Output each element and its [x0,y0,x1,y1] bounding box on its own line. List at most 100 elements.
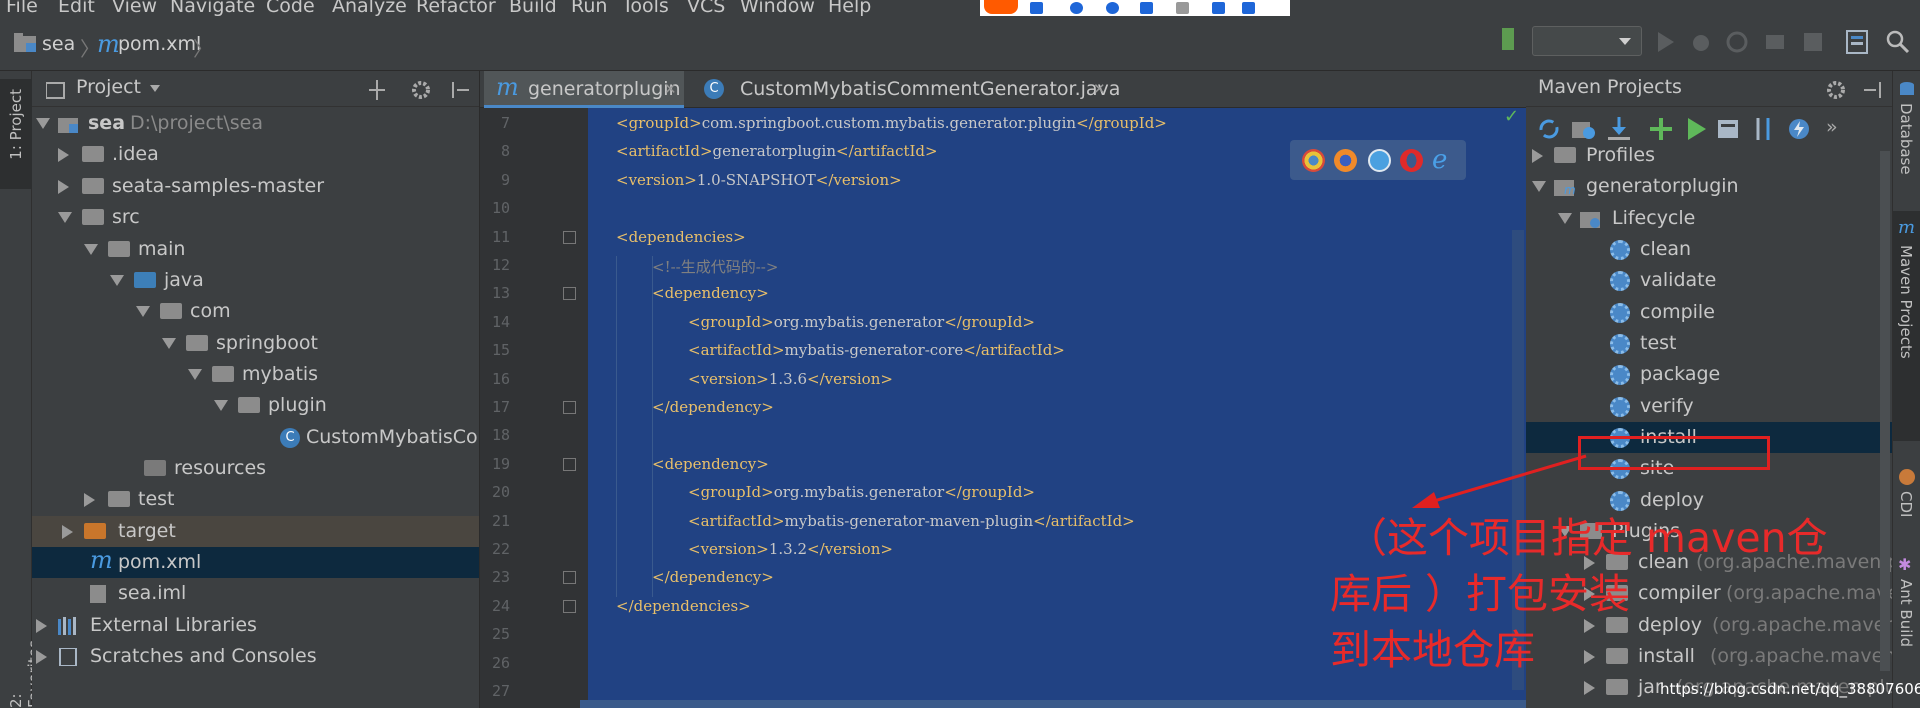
menu-help[interactable]: Help [828,0,871,16]
hide-panel-icon[interactable] [451,80,471,100]
menu-vcs[interactable]: VCS [687,0,725,16]
chrome-icon[interactable] [1302,149,1325,172]
toggle-offline-icon[interactable] [1752,118,1776,140]
fold-strip [580,108,588,700]
generate-sources-icon[interactable] [1572,118,1596,140]
code-line: <!--生成代码的--> [652,256,778,277]
close-icon[interactable]: ✕ [664,71,677,107]
maven-node-label: verify [1640,395,1694,417]
debug-icon[interactable] [1690,31,1712,53]
skip-tests-icon[interactable] [1788,118,1810,140]
safari-icon[interactable] [1368,149,1391,172]
ime-icon [1140,2,1153,14]
run-icon[interactable] [1656,32,1674,52]
project-structure-icon[interactable] [1846,30,1868,54]
code-line: <version>1.0-SNAPSHOT</version> [616,171,902,189]
menu-view[interactable]: View [112,0,157,16]
maven-node-label: generatorplugin [1586,175,1739,197]
editor-tabs: m generatorplugin ✕ C CustomMybatisComme… [480,71,1526,108]
line-number: 7 [500,114,510,132]
menu-code[interactable]: Code [266,0,315,16]
line-number: 17 [491,398,510,416]
execute-goal-icon[interactable] [1718,118,1742,140]
fold-marker-icon[interactable] [563,571,576,585]
fold-marker-icon[interactable] [563,401,576,414]
maven-tool-label[interactable]: Maven Projects [1897,245,1915,359]
menu-navigate[interactable]: Navigate [170,0,255,16]
watermark: https://blog.csdn.net/qq_38807606 [1660,680,1920,698]
tree-row-sea[interactable]: sea D:\project\sea [32,108,479,139]
fold-marker-icon[interactable] [563,457,576,471]
chevron-down-icon[interactable] [150,85,160,92]
maven-node-label: package [1640,363,1721,385]
stop-icon[interactable] [1804,33,1822,51]
profile-icon[interactable] [1764,31,1786,53]
gear-icon [1610,397,1630,417]
tree-row-pom[interactable]: m pom.xml [32,546,479,578]
menu-tools[interactable]: Tools [622,0,669,16]
ime-icon [1176,2,1189,14]
collapse-all-icon[interactable] [367,80,387,100]
tree-label: main [138,238,186,260]
opera-icon[interactable] [1400,149,1423,172]
menu-run[interactable]: Run [571,0,607,16]
close-icon[interactable]: ✕ [1093,71,1106,107]
fold-marker-icon[interactable] [563,230,576,244]
xml-tag: <version> [688,540,769,558]
xml-tag: <groupId> [688,312,774,331]
vcs-update-icon[interactable] [1502,28,1514,50]
annotation-text: （这个项目指定 maven仓 库后 ）打包安装 到本地仓库 [1330,510,1890,678]
breadcrumb-pom[interactable]: pom.xml [118,33,201,55]
tree-row-target[interactable]: target [32,516,479,547]
search-icon[interactable] [1886,30,1910,54]
fold-marker-icon[interactable] [563,599,576,613]
xml-tag: </artifactId> [963,341,1065,360]
tree-label: Scratches and Consoles [90,645,317,667]
run-config-dropdown[interactable] [1532,26,1642,56]
gear-icon[interactable] [1826,80,1848,100]
project-panel-title[interactable]: Project [76,76,141,98]
line-number: 10 [491,199,510,218]
more-icon[interactable]: » [1826,116,1838,138]
menu-build[interactable]: Build [509,0,557,16]
project-tool-label[interactable]: 1: Project [7,89,25,160]
xml-comment: <!--生成代码的--> [652,258,779,276]
xml-value: org.mybatis.generator [773,312,945,331]
menu-refactor[interactable]: Refactor [416,0,496,16]
tab-generatorplugin[interactable]: m generatorplugin ✕ [484,71,684,108]
line-number: 9 [500,170,510,189]
menu-window[interactable]: Window [740,0,815,16]
database-tool-label[interactable]: Database [1897,103,1915,175]
gear-icon [1610,334,1630,354]
firefox-icon[interactable] [1334,149,1357,172]
breadcrumb-sea[interactable]: sea [42,33,75,55]
xml-tag: </groupId> [1076,114,1167,132]
tree-label: src [112,206,140,228]
download-icon[interactable] [1608,117,1630,141]
ie-icon[interactable]: e [1432,147,1455,173]
tree-label: sea.iml [118,582,187,604]
menu-analyze[interactable]: Analyze [332,0,407,16]
tree-label: mybatis [242,363,319,385]
maven-file-icon: m [496,73,519,101]
editor-hscrollbar[interactable] [580,700,1526,708]
line-number: 11 [491,227,510,246]
coverage-icon[interactable] [1726,31,1748,53]
folder-icon [14,33,36,52]
code-line: </dependency> [652,568,774,586]
ant-build-tool-label[interactable]: Ant Build [1897,579,1915,647]
run-maven-icon[interactable] [1686,118,1706,140]
left-tool-strip: 1: Project 2: Favorites [0,71,43,708]
gear-icon[interactable] [411,80,433,100]
maven-node-label: clean [1640,238,1692,260]
menu-file[interactable]: File [6,0,38,16]
cdi-tool-label[interactable]: CDI [1897,491,1915,517]
hide-panel-icon[interactable] [1862,80,1882,100]
xml-tag: </version> [807,540,893,558]
reimport-icon[interactable] [1538,118,1560,140]
fold-marker-icon[interactable] [563,287,576,301]
ime-icon [1070,2,1083,14]
tab-custom-generator[interactable]: C CustomMybatisCommentGenerator.java ✕ [700,71,1120,108]
menu-edit[interactable]: Edit [58,0,95,16]
add-icon[interactable] [1650,118,1672,140]
